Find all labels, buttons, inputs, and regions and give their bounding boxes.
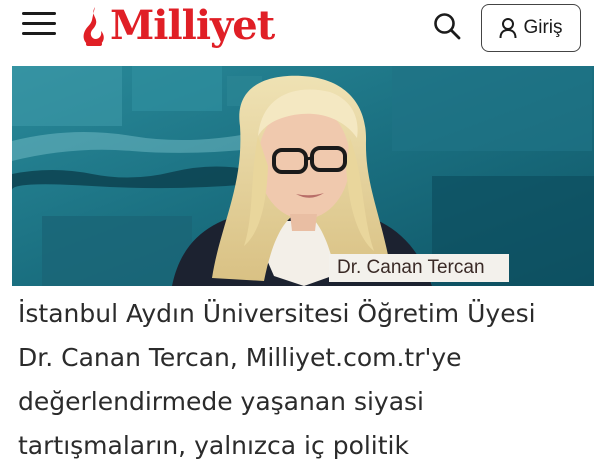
article-page: Milliyet Giriş Dr. Canan Tercan İstanbul…: [0, 0, 609, 469]
hero-image[interactable]: Dr. Canan Tercan: [12, 66, 594, 286]
login-label: Giriş: [523, 17, 563, 38]
menu-icon[interactable]: [22, 11, 56, 37]
search-button[interactable]: [432, 11, 462, 41]
user-icon: [499, 18, 517, 39]
site-header: Milliyet Giriş: [0, 0, 609, 60]
article-body: İstanbul Aydın Üniversitesi Öğretim Üyes…: [18, 292, 603, 468]
article-line: tartışmaların, yalnızca iç politik: [18, 431, 409, 460]
milliyet-logo[interactable]: Milliyet: [80, 2, 275, 50]
article-line: değerlendirmede yaşanan siyasi: [18, 387, 425, 416]
hero-photo: [12, 66, 594, 286]
hero-caption: Dr. Canan Tercan: [329, 254, 509, 282]
login-button[interactable]: Giriş: [481, 4, 581, 52]
article-line: Dr. Canan Tercan, Milliyet.com.tr'ye: [18, 343, 462, 372]
logo-text: Milliyet: [110, 2, 275, 49]
search-icon: [434, 13, 461, 40]
article-line: İstanbul Aydın Üniversitesi Öğretim Üyes…: [18, 299, 536, 328]
flame-logo-icon: [83, 7, 104, 46]
